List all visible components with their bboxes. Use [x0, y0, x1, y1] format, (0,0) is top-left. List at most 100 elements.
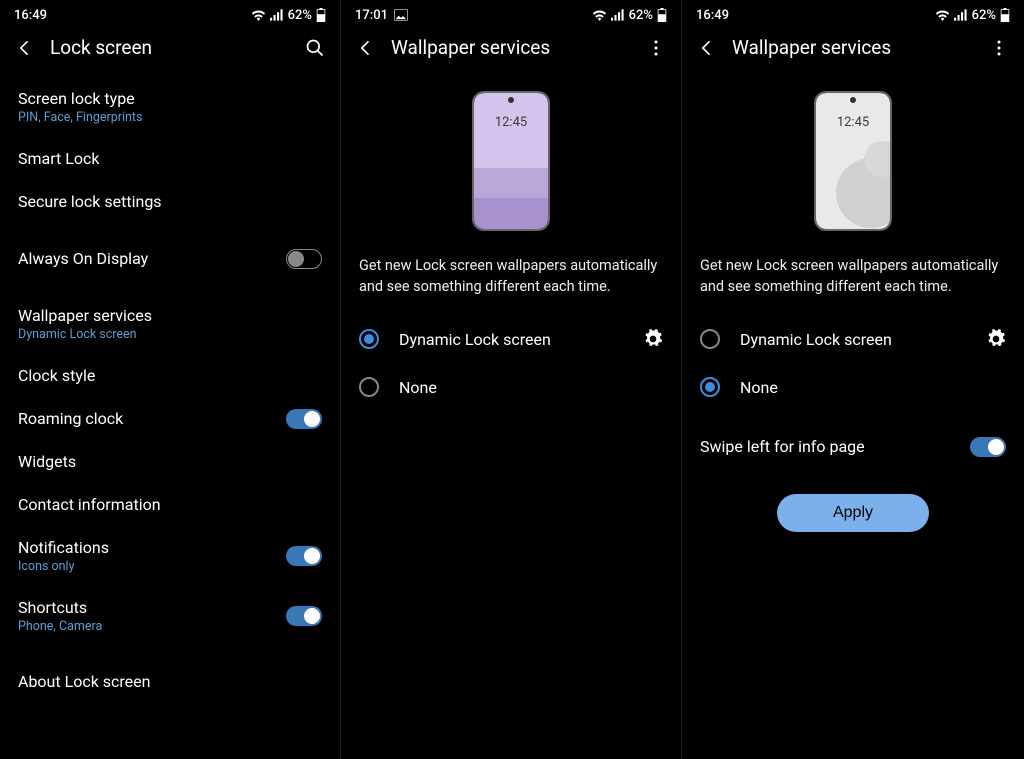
apply-button[interactable]: Apply — [777, 494, 929, 532]
wallpaper-preview: 12:45 — [341, 77, 681, 255]
item-label: Shortcuts — [18, 598, 322, 617]
roaming-toggle[interactable] — [286, 409, 322, 429]
item-contact-information[interactable]: Contact information — [0, 483, 340, 526]
signal-icon — [954, 9, 968, 21]
option-dynamic-lock-screen[interactable]: Dynamic Lock screen — [682, 315, 1024, 363]
chevron-left-icon — [697, 38, 717, 58]
radio-button[interactable] — [700, 377, 720, 397]
phone-mockup: 12:45 — [814, 91, 892, 231]
aod-toggle[interactable] — [286, 249, 322, 269]
screen-wallpaper-services-none: 16:49 62% Wallpaper services 12:45 Get n… — [682, 0, 1024, 759]
page-title: Wallpaper services — [391, 36, 645, 59]
item-wallpaper-services[interactable]: Wallpaper services Dynamic Lock screen — [0, 294, 340, 354]
option-label: Dynamic Lock screen — [740, 330, 986, 349]
radio-button[interactable] — [700, 329, 720, 349]
item-label: Contact information — [18, 495, 322, 514]
wallpaper-preview: 12:45 — [682, 77, 1024, 255]
item-sub: PIN, Face, Fingerprints — [18, 110, 322, 125]
item-swipe-info-page[interactable]: Swipe left for info page — [682, 425, 1024, 468]
item-roaming-clock[interactable]: Roaming clock — [0, 397, 340, 440]
status-bar: 16:49 62% — [682, 0, 1024, 26]
option-label: None — [399, 378, 663, 397]
search-button[interactable] — [304, 37, 326, 59]
item-screen-lock-type[interactable]: Screen lock type PIN, Face, Fingerprints — [0, 77, 340, 137]
settings-button[interactable] — [986, 329, 1006, 349]
section-gap — [0, 646, 340, 660]
chevron-left-icon — [356, 38, 376, 58]
item-label: Secure lock settings — [18, 192, 322, 211]
status-time: 16:49 — [696, 8, 729, 23]
status-bar: 17:01 62% — [341, 0, 681, 26]
item-label: Wallpaper services — [18, 306, 322, 325]
battery-pct: 62% — [972, 8, 996, 23]
status-time: 17:01 — [355, 8, 388, 23]
item-widgets[interactable]: Widgets — [0, 440, 340, 483]
option-label: None — [740, 378, 1006, 397]
description: Get new Lock screen wallpapers automatic… — [682, 255, 1024, 315]
item-notifications[interactable]: Notifications Icons only — [0, 526, 340, 586]
battery-icon — [1000, 8, 1010, 22]
item-always-on-display[interactable]: Always On Display — [0, 237, 340, 280]
item-label: Always On Display — [18, 249, 322, 268]
swipe-toggle[interactable] — [970, 437, 1006, 457]
section-gap — [682, 411, 1024, 425]
radio-button[interactable] — [359, 377, 379, 397]
more-vert-icon — [647, 39, 665, 57]
option-dynamic-lock-screen[interactable]: Dynamic Lock screen — [341, 315, 681, 363]
back-button[interactable] — [696, 37, 718, 59]
item-label: Smart Lock — [18, 149, 322, 168]
back-button[interactable] — [14, 37, 36, 59]
status-right: 62% — [935, 8, 1010, 23]
gear-icon — [986, 329, 1006, 349]
header: Wallpaper services — [682, 26, 1024, 77]
battery-icon — [316, 8, 326, 22]
screen-lockscreen-settings: 16:49 62% Lock screen Screen lock type P… — [0, 0, 341, 759]
header: Wallpaper services — [341, 26, 681, 77]
section-gap — [0, 280, 340, 294]
apply-wrap: Apply — [682, 468, 1024, 532]
item-label: Widgets — [18, 452, 322, 471]
item-sub: Phone, Camera — [18, 619, 322, 634]
settings-button[interactable] — [643, 329, 663, 349]
wifi-icon — [251, 9, 266, 21]
shortcuts-toggle[interactable] — [286, 606, 322, 626]
item-label: Screen lock type — [18, 89, 322, 108]
header: Lock screen — [0, 26, 340, 77]
mock-time: 12:45 — [474, 115, 548, 130]
more-button[interactable] — [988, 37, 1010, 59]
item-about-lock-screen[interactable]: About Lock screen — [0, 660, 340, 703]
item-label: Clock style — [18, 366, 322, 385]
back-button[interactable] — [355, 37, 377, 59]
status-time: 16:49 — [14, 8, 47, 23]
item-label: Notifications — [18, 538, 322, 557]
wifi-icon — [935, 9, 950, 21]
notifications-toggle[interactable] — [286, 546, 322, 566]
gear-icon — [643, 329, 663, 349]
item-secure-lock-settings[interactable]: Secure lock settings — [0, 180, 340, 223]
option-none[interactable]: None — [682, 363, 1024, 411]
item-clock-style[interactable]: Clock style — [0, 354, 340, 397]
mock-time: 12:45 — [816, 115, 890, 130]
page-title: Lock screen — [50, 36, 304, 59]
item-sub: Icons only — [18, 559, 322, 574]
item-smart-lock[interactable]: Smart Lock — [0, 137, 340, 180]
screen-wallpaper-services-dynamic: 17:01 62% Wallpaper services 12:45 Get n… — [341, 0, 682, 759]
section-gap — [0, 223, 340, 237]
page-title: Wallpaper services — [732, 36, 988, 59]
radio-button[interactable] — [359, 329, 379, 349]
item-label: Swipe left for info page — [700, 437, 1006, 456]
search-icon — [305, 38, 325, 58]
battery-pct: 62% — [288, 8, 312, 23]
status-bar: 16:49 62% — [0, 0, 340, 26]
battery-icon — [657, 8, 667, 22]
item-label: Roaming clock — [18, 409, 322, 428]
description: Get new Lock screen wallpapers automatic… — [341, 255, 681, 315]
item-sub: Dynamic Lock screen — [18, 327, 322, 342]
option-label: Dynamic Lock screen — [399, 330, 643, 349]
phone-mockup: 12:45 — [472, 91, 550, 231]
more-button[interactable] — [645, 37, 667, 59]
item-shortcuts[interactable]: Shortcuts Phone, Camera — [0, 586, 340, 646]
wifi-icon — [592, 9, 607, 21]
signal-icon — [611, 9, 625, 21]
option-none[interactable]: None — [341, 363, 681, 411]
